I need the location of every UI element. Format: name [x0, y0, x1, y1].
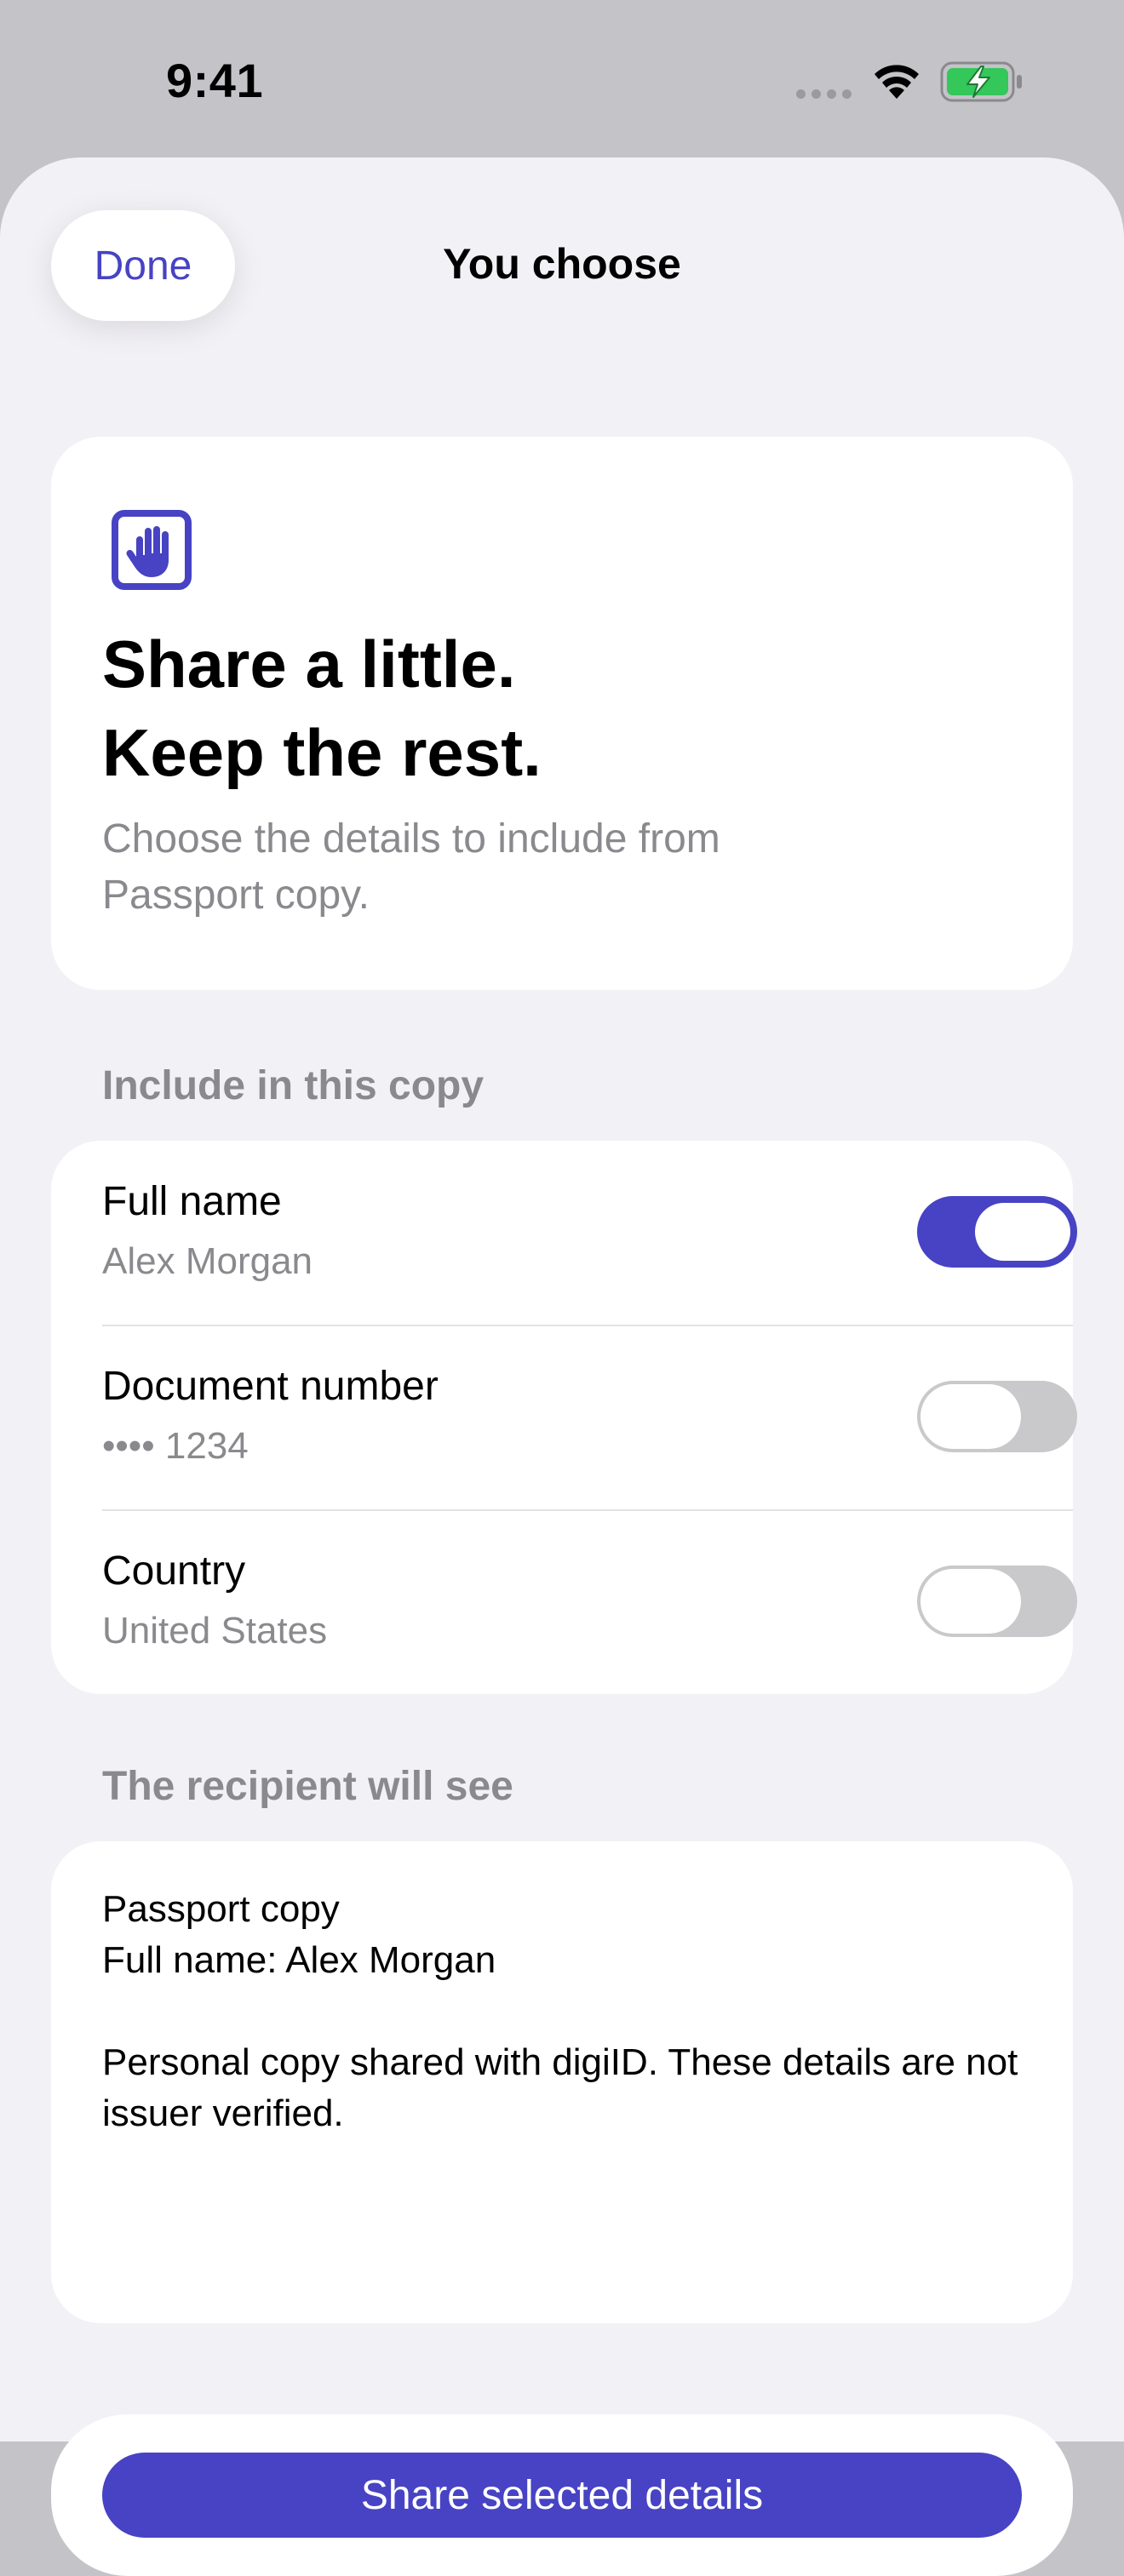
preview-document: Passport copy [102, 1888, 340, 1930]
toggle-row-country: Country United States [102, 1510, 1077, 1694]
row-value: Alex Morgan [102, 1240, 313, 1282]
status-bar: 9:41 [0, 0, 1124, 157]
recipient-section-label: The recipient will see [102, 1764, 513, 1809]
switch-knob [920, 1384, 1021, 1449]
toggle-row-document-number: Document number •••• 1234 [102, 1325, 1077, 1509]
hero-title-line1: Share a little. [102, 627, 516, 701]
row-title: Document number [102, 1364, 439, 1409]
preview-note: Personal copy shared with digiID. These … [102, 2041, 1018, 2134]
hero-title: Share a little. Keep the rest. [102, 620, 542, 797]
row-title: Country [102, 1548, 246, 1594]
country-switch[interactable] [917, 1566, 1077, 1637]
hero-subtitle: Choose the details to include from Passp… [102, 816, 720, 918]
hero-title-line2: Keep the rest. [102, 715, 542, 790]
toggle-row-full-name: Full name Alex Morgan [102, 1141, 1077, 1325]
raised-hand-icon [112, 510, 192, 590]
full-name-switch[interactable] [917, 1196, 1077, 1268]
status-time: 9:41 [166, 54, 264, 107]
hero-card: Share a little. Keep the rest. Choose th… [51, 437, 1073, 990]
include-toggles-card: Full name Alex Morgan Document number ••… [51, 1141, 1077, 1694]
battery-charging-icon [940, 61, 1022, 102]
switch-knob [920, 1569, 1021, 1634]
include-section-label: Include in this copy [102, 1063, 485, 1108]
row-value: United States [102, 1610, 328, 1652]
row-value: •••• 1234 [102, 1425, 249, 1467]
recipient-preview-card: Passport copy Full name: Alex Morgan Per… [51, 1841, 1073, 2323]
row-title: Full name [102, 1179, 282, 1224]
switch-knob [975, 1203, 1070, 1261]
action-card: Share selected details [51, 2414, 1073, 2576]
preview-full-name: Full name: Alex Morgan [102, 1939, 496, 1981]
document-number-switch[interactable] [917, 1381, 1077, 1452]
share-selected-details-button[interactable]: Share selected details [102, 2453, 1022, 2538]
wifi-icon [875, 65, 919, 99]
sheet: Done You choose Share a little. Keep the… [0, 157, 1124, 2576]
sheet-title: You choose [443, 240, 681, 288]
cellular-signal-icon [796, 89, 852, 99]
